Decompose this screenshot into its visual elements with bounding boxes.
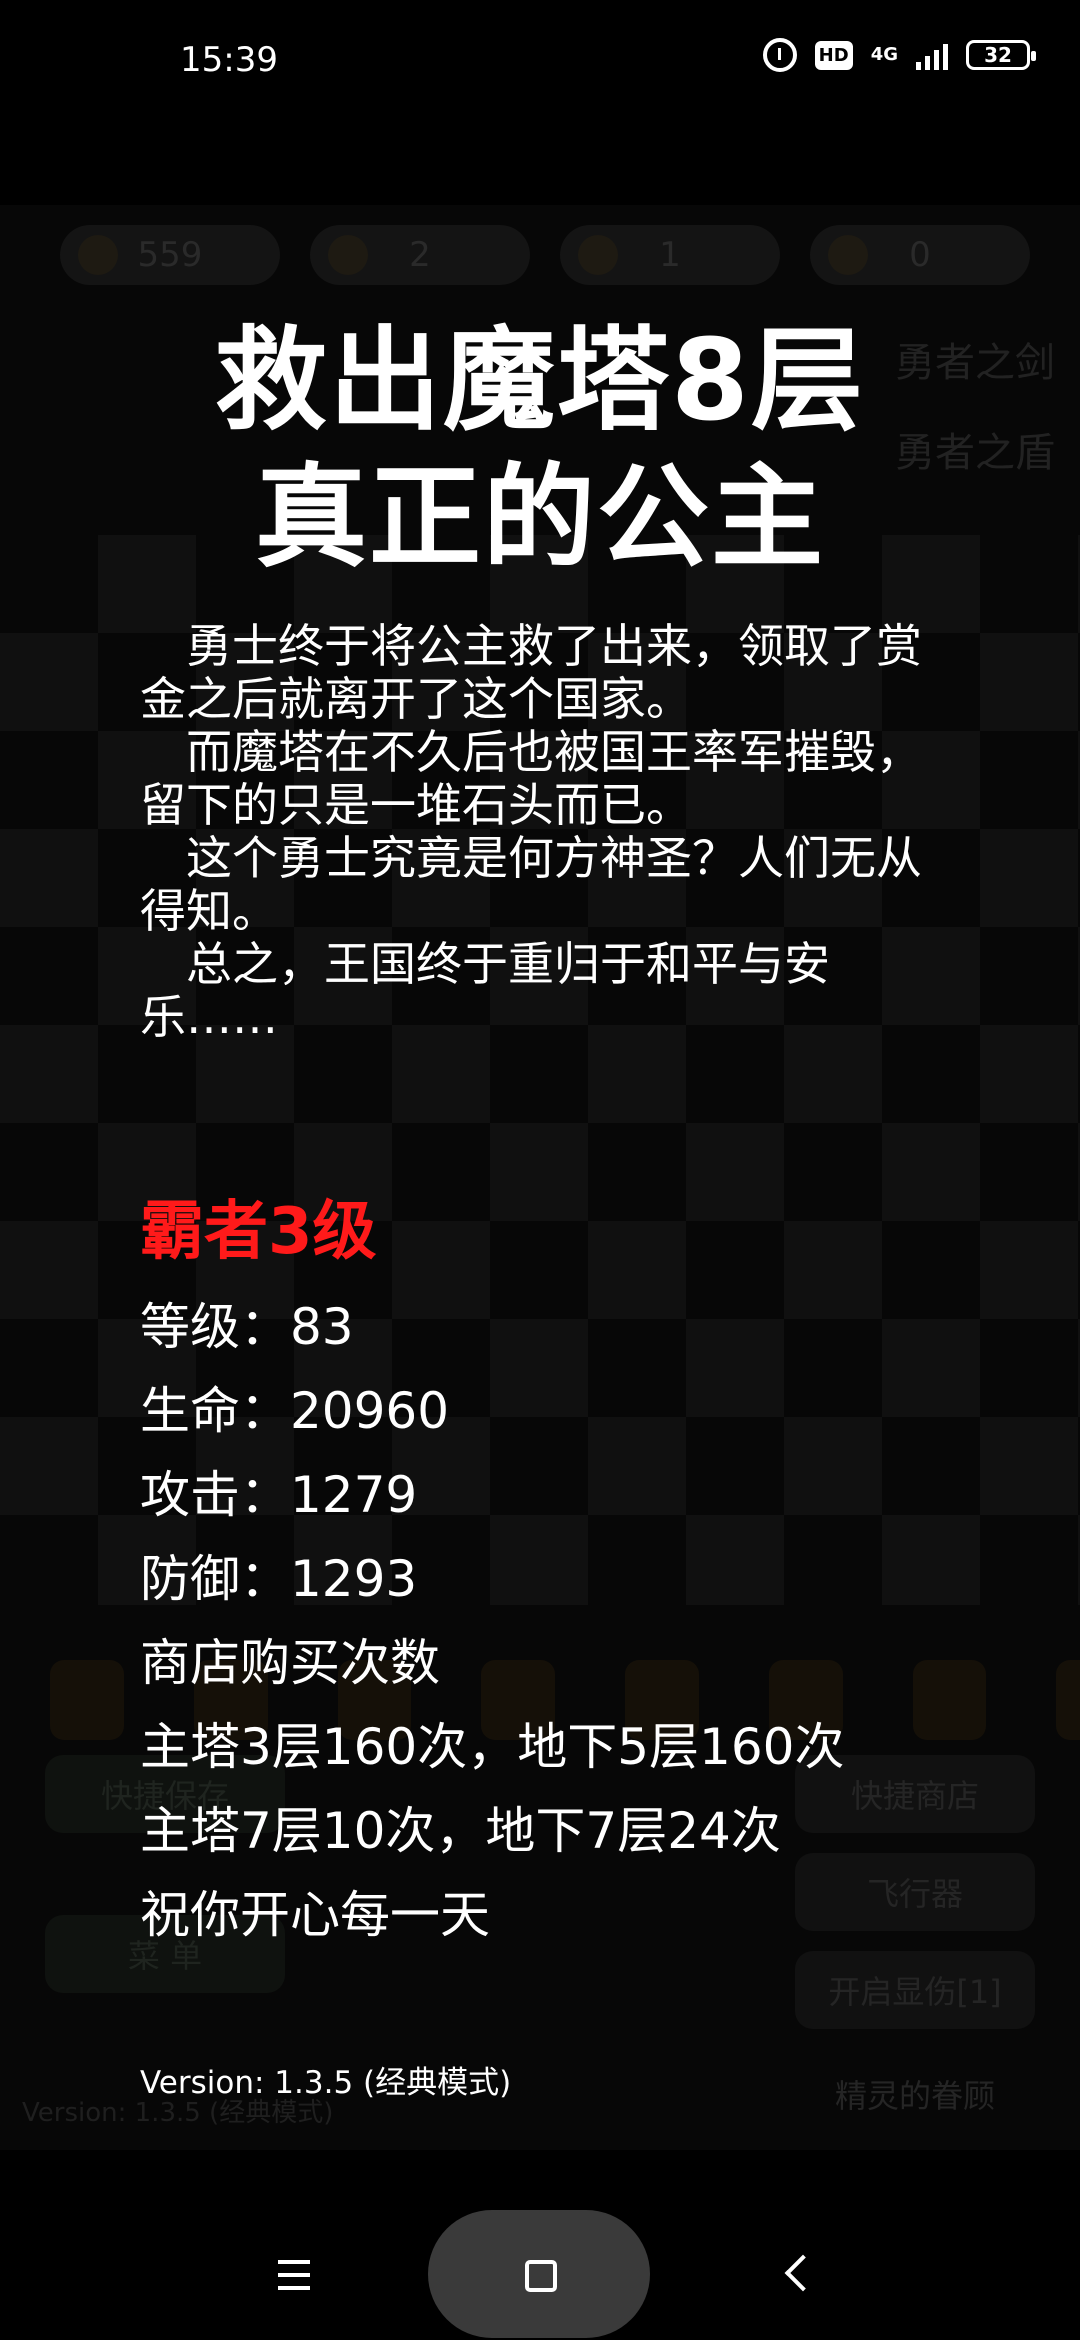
defense-stat: 防御：1293 [140, 1550, 418, 1608]
shop-count-line: 主塔3层160次，地下5层160次 [140, 1718, 845, 1776]
back-icon[interactable] [784, 2254, 822, 2292]
ending-title-line2: 真正的公主 [255, 453, 825, 583]
story-paragraph: 总之，王国终于重归于和平与安乐…… [140, 937, 830, 1044]
item-slot[interactable] [50, 1660, 124, 1740]
item-slot[interactable] [912, 1660, 987, 1740]
level-stat: 等级：83 [140, 1298, 354, 1356]
red-key-icon [828, 235, 868, 275]
battery-icon: 32 [966, 40, 1036, 70]
rank-title: 霸者3级 [140, 1195, 377, 1269]
yellow-key-icon [328, 235, 368, 275]
spirit-favor-button[interactable]: 精灵的眷顾 [795, 2055, 1035, 2133]
hd-icon: HD [814, 40, 853, 70]
gold-value: 559 [137, 235, 203, 275]
final-stats: 等级：83 生命：20960 攻击：1279 防御：1293 商店购买次数 主塔… [140, 1285, 845, 1957]
hp-stat: 生命：20960 [140, 1382, 450, 1440]
story-paragraph: 这个勇士究竟是何方神圣？人们无从得知。 [140, 831, 922, 938]
attack-stat: 攻击：1279 [140, 1466, 418, 1524]
shop-count-title: 商店购买次数 [140, 1634, 440, 1692]
shop-count-line: 主塔7层10次，地下7层24次 [140, 1802, 781, 1860]
wish-text: 祝你开心每一天 [140, 1886, 490, 1944]
story-paragraph: 勇士终于将公主救了出来，领取了赏金之后就离开了这个国家。 [140, 619, 922, 726]
signal-icon [916, 40, 948, 70]
network-type-icon: 4G [870, 44, 898, 65]
recent-apps-icon[interactable] [278, 2260, 310, 2299]
status-time: 15:39 [180, 40, 278, 80]
damage-display-button[interactable]: 开启显伤[1] [795, 1951, 1035, 2029]
status-bar: 15:39 HD 4G 32 [0, 0, 1080, 120]
item-slot[interactable] [1056, 1660, 1080, 1740]
home-button[interactable] [428, 2210, 650, 2338]
gold-counter: 559 [60, 225, 280, 285]
blue-key-counter: 1 [560, 225, 780, 285]
red-key-value: 0 [909, 235, 931, 275]
yellow-key-counter: 2 [310, 225, 530, 285]
story-paragraph: 而魔塔在不久后也被国王率军摧毁，留下的只是一堆石头而已。 [140, 725, 922, 832]
ending-title-line1: 救出魔塔8层 [215, 316, 865, 446]
resource-bar: 559 2 1 0 [60, 225, 1030, 285]
coin-icon [78, 235, 118, 275]
ending-story: 勇士终于将公主救了出来，领取了赏金之后就离开了这个国家。 而魔塔在不久后也被国王… [140, 620, 960, 1044]
alarm-icon [762, 38, 797, 72]
yellow-key-value: 2 [409, 235, 431, 275]
blue-key-icon [578, 235, 618, 275]
red-key-counter: 0 [810, 225, 1030, 285]
version-label: Version: 1.3.5 (经典模式) [140, 2065, 512, 2101]
blue-key-value: 1 [659, 235, 681, 275]
navigation-bar [0, 2150, 1080, 2340]
status-icons: HD 4G 32 [762, 38, 1036, 72]
